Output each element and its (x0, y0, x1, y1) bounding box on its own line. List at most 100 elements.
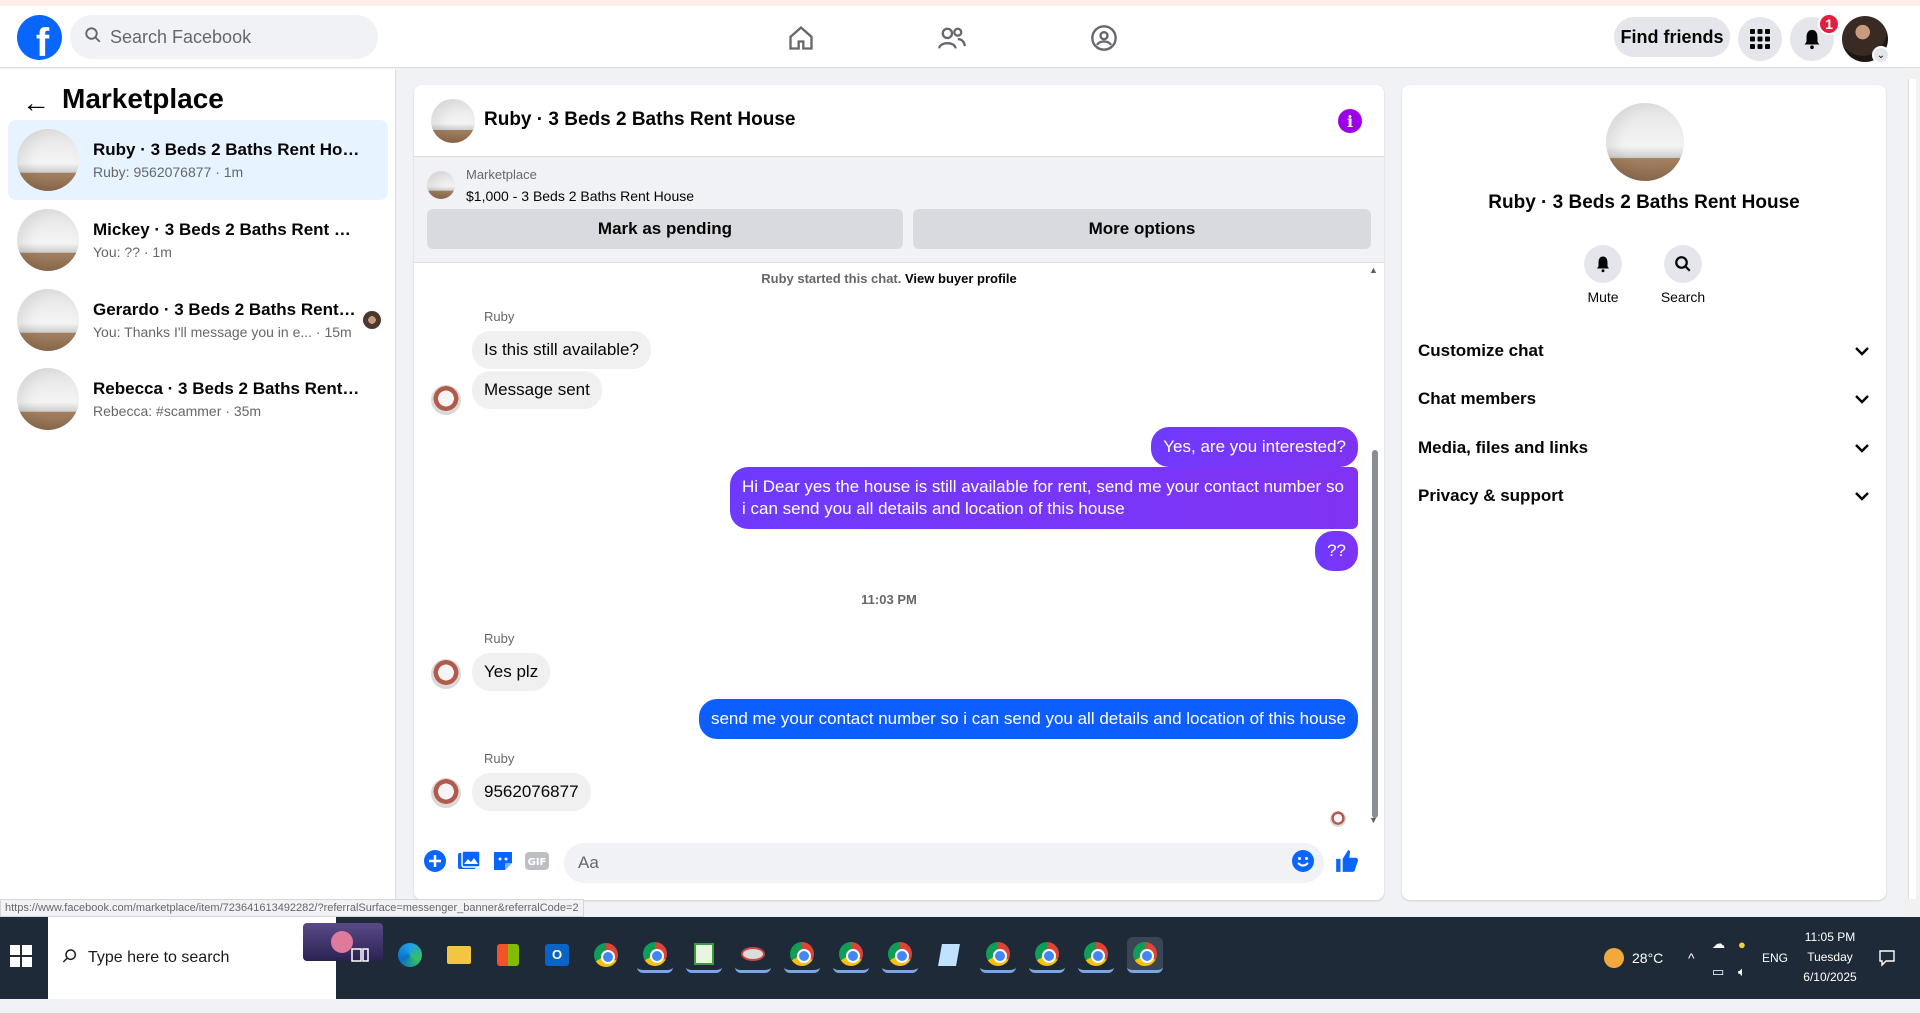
listing-thumbnail (17, 368, 79, 430)
notification-center-icon[interactable] (1878, 917, 1896, 999)
chevron-down-icon (1854, 389, 1870, 409)
home-icon[interactable] (781, 20, 821, 56)
menu-grid-icon[interactable] (1738, 17, 1782, 61)
sticker-icon[interactable] (490, 848, 516, 874)
chevron-down-icon (1854, 438, 1870, 458)
message-bubble-incoming[interactable]: Is this still available? (472, 331, 651, 369)
chrome-icon[interactable] (1078, 937, 1114, 973)
chrome-icon[interactable] (784, 937, 820, 973)
taskbar-search[interactable]: Type here to search (48, 917, 383, 999)
view-buyer-profile-link[interactable]: View buyer profile (905, 271, 1017, 286)
customize-chat-row[interactable]: Customize chat (1418, 331, 1870, 371)
chat-listing-avatar[interactable] (431, 99, 475, 143)
message-bubble-incoming[interactable]: Yes plz (472, 653, 551, 691)
page-scrollbar-thumb[interactable] (1908, 79, 1916, 899)
chevron-up-icon[interactable]: ^ (1688, 917, 1695, 999)
message-bubble-incoming[interactable]: Message sent (472, 371, 602, 409)
groups-icon[interactable] (1084, 20, 1124, 56)
mark-as-pending-button[interactable]: Mark as pending (427, 209, 903, 249)
message-bubble-incoming[interactable]: 9562076877 (472, 773, 591, 811)
chat-info-title: Ruby · 3 Beds 2 Baths Rent House (1488, 192, 1800, 213)
search-label: Search (1660, 289, 1706, 305)
scroll-up-arrow-icon[interactable]: ▲ (1369, 265, 1378, 275)
language-indicator[interactable]: ENG (1762, 917, 1788, 999)
file-explorer-icon[interactable] (441, 937, 477, 973)
sender-name: Ruby (484, 309, 515, 324)
listing-title[interactable]: $1,000 - 3 Beds 2 Baths Rent House (466, 188, 694, 204)
listing-avatar-large[interactable] (1606, 103, 1684, 181)
chat-start-text: Ruby started this chat. (761, 271, 902, 286)
conversation-item-gerardo[interactable]: Gerardo · 3 Beds 2 Baths Rent H... You: … (8, 280, 388, 360)
back-arrow-icon[interactable]: ← (22, 87, 50, 119)
chrome-icon[interactable] (1029, 937, 1065, 973)
sender-name: Ruby (484, 751, 515, 766)
notepad-icon[interactable] (931, 937, 967, 973)
facebook-logo-icon[interactable]: f (17, 15, 62, 60)
sender-avatar[interactable] (431, 385, 461, 415)
search-input[interactable] (110, 26, 350, 48)
message-bubble-outgoing[interactable]: ?? (1315, 531, 1358, 571)
volume-icon[interactable]: 🔈︎ (1738, 931, 1746, 1013)
chevron-down-icon (1854, 341, 1870, 361)
message-timestamp: 11:03 PM (861, 592, 917, 607)
chat-members-row[interactable]: Chat members (1418, 379, 1870, 419)
conversation-item-mickey[interactable]: Mickey · 3 Beds 2 Baths Rent House You: … (8, 200, 388, 280)
message-input[interactable] (564, 843, 1324, 883)
search-action[interactable]: Search (1648, 245, 1718, 305)
taskbar-clock[interactable]: 11:05 PM Tuesday 6/10/2025 (1794, 927, 1866, 987)
spreadsheet-app-icon[interactable] (686, 937, 722, 973)
plus-circle-icon[interactable] (422, 848, 448, 874)
sender-avatar[interactable] (431, 659, 461, 689)
chrome-icon[interactable] (882, 937, 918, 973)
search-icon (84, 26, 102, 49)
weather-widget[interactable]: 28°C (1604, 917, 1663, 999)
thumbs-up-icon[interactable] (1334, 848, 1360, 874)
conversation-name: Gerardo · 3 Beds 2 Baths Rent H... (93, 300, 357, 319)
chat-start-notice: Ruby started this chat. View buyer profi… (414, 271, 1364, 286)
friends-icon[interactable] (932, 20, 972, 56)
message-bubble-outgoing[interactable]: Yes, are you interested? (1151, 427, 1358, 467)
task-view-icon[interactable] (342, 937, 378, 973)
outlook-icon[interactable]: O (539, 937, 575, 973)
status-bar-url: https://www.facebook.com/marketplace/ite… (0, 899, 584, 917)
scroll-down-arrow-icon[interactable]: ▼ (1369, 815, 1378, 825)
more-options-button[interactable]: More options (913, 209, 1371, 249)
listing-banner: Marketplace $1,000 - 3 Beds 2 Baths Rent… (414, 157, 1384, 263)
chat-scrollbar-thumb[interactable] (1372, 450, 1378, 818)
chrome-icon[interactable] (588, 937, 624, 973)
read-receipt-avatar (1330, 811, 1346, 827)
windows-taskbar: Type here to search O 28°C ^ ☁ ● ▭ 🔈︎ EN… (0, 917, 1920, 999)
facebook-search[interactable] (70, 15, 378, 59)
photo-icon[interactable] (456, 848, 482, 874)
find-friends-button[interactable]: Find friends (1614, 17, 1730, 57)
listing-thumbnail (17, 209, 79, 271)
gif-icon[interactable]: GIF (524, 848, 550, 874)
search-icon[interactable] (1664, 245, 1702, 283)
chrome-active-icon[interactable] (1127, 937, 1163, 973)
section-label: Customize chat (1418, 341, 1544, 360)
chevron-down-icon[interactable]: ⌄ (1872, 46, 1890, 64)
microsoft-store-icon[interactable] (490, 937, 526, 973)
chrome-icon[interactable] (980, 937, 1016, 973)
message-bubble-outgoing[interactable]: Hi Dear yes the house is still available… (730, 467, 1358, 529)
info-icon[interactable]: i (1338, 109, 1362, 133)
taskbar-search-placeholder: Type here to search (88, 949, 230, 966)
remote-app-icon[interactable] (735, 937, 771, 973)
chrome-profile-icon[interactable] (637, 937, 673, 973)
mute-action[interactable]: Mute (1568, 245, 1638, 305)
sender-avatar[interactable] (431, 778, 461, 808)
bell-icon[interactable] (1584, 245, 1622, 283)
chat-title[interactable]: Ruby · 3 Beds 2 Baths Rent House (484, 109, 795, 131)
network-icon[interactable]: ▭ (1712, 931, 1724, 1013)
emoji-icon[interactable] (1290, 848, 1316, 874)
chrome-icon[interactable] (833, 937, 869, 973)
conversation-item-rebecca[interactable]: Rebecca · 3 Beds 2 Baths Rent Hou... Reb… (8, 359, 388, 439)
conversation-item-ruby[interactable]: Ruby · 3 Beds 2 Baths Rent House Ruby: 9… (8, 120, 388, 200)
message-bubble-outgoing[interactable]: send me your contact number so i can sen… (698, 699, 1358, 739)
windows-start-icon[interactable] (10, 945, 32, 972)
privacy-support-row[interactable]: Privacy & support (1418, 476, 1870, 516)
search-icon (62, 948, 78, 969)
media-files-links-row[interactable]: Media, files and links (1418, 428, 1870, 468)
page-scrollbar[interactable] (1904, 69, 1920, 917)
edge-browser-icon[interactable] (392, 937, 428, 973)
